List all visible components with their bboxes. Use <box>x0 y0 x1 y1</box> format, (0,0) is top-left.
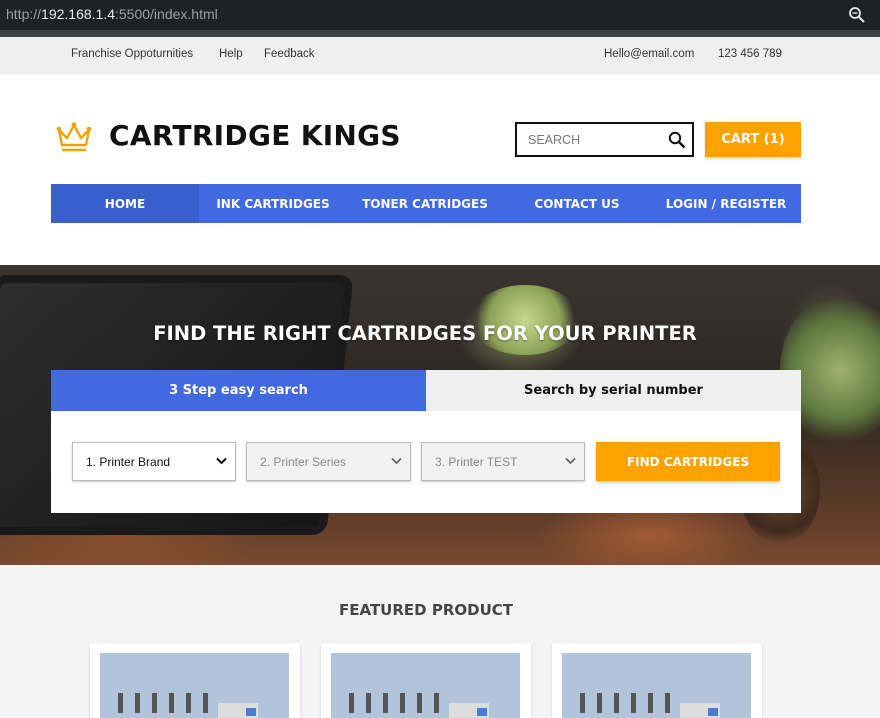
zoom-icon[interactable] <box>848 6 866 24</box>
browser-address-bar: http://192.168.1.4:5500/index.html <box>0 0 880 30</box>
tab-3-step-search[interactable]: 3 Step easy search <box>51 370 426 411</box>
brand-name[interactable]: CARTRIDGE KINGS <box>109 119 401 152</box>
product-card[interactable] <box>552 643 762 718</box>
url-suffix: :5500/index.html <box>115 6 218 22</box>
help-link[interactable]: Help <box>219 48 243 60</box>
cart-button[interactable]: CART (1) <box>705 122 801 157</box>
chevron-down-icon <box>216 457 227 465</box>
hero-title: FIND THE RIGHT CARTRIDGES FOR YOUR PRINT… <box>153 322 697 345</box>
search-input[interactable] <box>517 124 667 155</box>
featured-title: FEATURED PRODUCT <box>339 601 513 619</box>
printer-series-select[interactable]: 2. Printer Series <box>246 442 411 481</box>
tab-serial-number-search[interactable]: Search by serial number <box>426 370 801 411</box>
printer-brand-select[interactable]: 1. Printer Brand <box>72 442 236 481</box>
printer-model-value: 3. Printer TEST <box>435 454 518 469</box>
crown-icon[interactable] <box>55 121 93 154</box>
url-host: 192.168.1.4 <box>41 6 115 22</box>
nav-item-home[interactable]: HOME <box>51 184 199 223</box>
chevron-down-icon <box>565 457 576 465</box>
franchise-link[interactable]: Franchise Oppoturnities <box>71 48 193 60</box>
browser-separator <box>0 30 880 37</box>
featured-section: FEATURED PRODUCT <box>0 565 880 718</box>
nav-item-toner-cartridges[interactable]: TONER CATRIDGES <box>347 184 503 223</box>
printer-brand-value: 1. Printer Brand <box>86 454 171 469</box>
chevron-down-icon <box>391 457 402 465</box>
contact-phone[interactable]: 123 456 789 <box>718 48 782 60</box>
contact-email[interactable]: Hello@email.com <box>604 48 694 60</box>
address-url[interactable]: http://192.168.1.4:5500/index.html <box>6 6 218 22</box>
feedback-link[interactable]: Feedback <box>264 48 315 60</box>
printer-model-select[interactable]: 3. Printer TEST <box>421 442 585 481</box>
search-icon[interactable] <box>668 131 686 149</box>
nav-item-login-register[interactable]: LOGIN / REGISTER <box>651 184 801 223</box>
nav-item-contact-us[interactable]: CONTACT US <box>503 184 651 223</box>
find-cartridges-button[interactable]: FIND CARTRIDGES <box>596 442 780 481</box>
search-box <box>515 122 694 157</box>
product-image <box>100 653 289 718</box>
top-info-bar: Franchise Oppoturnities Help Feedback He… <box>0 37 880 74</box>
main-nav: HOME INK CARTRIDGES TONER CATRIDGES CONT… <box>51 184 801 223</box>
product-image <box>562 653 751 718</box>
cartridge-search-panel: 3 Step easy search Search by serial numb… <box>51 370 801 513</box>
nav-item-ink-cartridges[interactable]: INK CARTRIDGES <box>199 184 347 223</box>
product-card[interactable] <box>321 643 531 718</box>
printer-series-value: 2. Printer Series <box>260 454 347 469</box>
product-image <box>331 653 520 718</box>
url-prefix: http:// <box>6 6 42 22</box>
product-card[interactable] <box>90 643 300 718</box>
